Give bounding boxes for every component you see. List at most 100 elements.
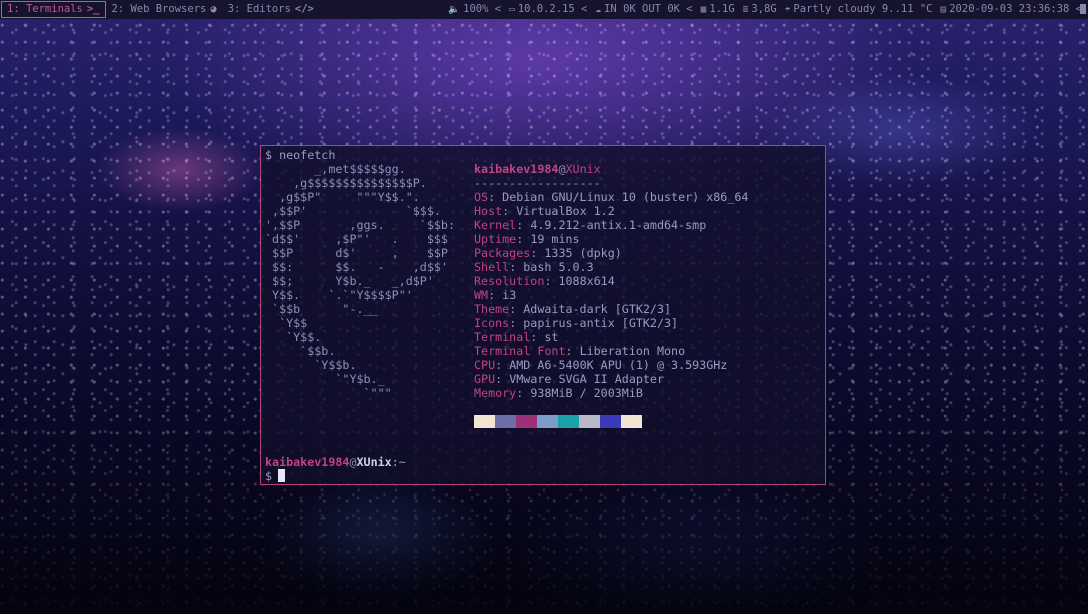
status-text: 1.1G bbox=[709, 3, 735, 15]
network-icon: ▭ bbox=[509, 4, 515, 15]
calendar-icon: ▤ bbox=[940, 4, 947, 15]
color-swatch bbox=[621, 415, 642, 428]
info-key: Terminal Font bbox=[474, 344, 566, 358]
color-swatch bbox=[558, 415, 579, 428]
info-key: Packages bbox=[474, 246, 531, 260]
info-row: Shell: bash 5.0.3 bbox=[474, 260, 594, 274]
info-key: Memory bbox=[474, 386, 517, 400]
debian-ascii-logo: _,met$$$$$gg. ,g$$$$$$$$$$$$$$$P. ,g$$P"… bbox=[265, 162, 455, 400]
separator-line: ------------------ bbox=[474, 176, 601, 190]
info-row: WM: i3 bbox=[474, 288, 517, 302]
status-text: 100% < bbox=[463, 3, 502, 15]
info-key: GPU bbox=[474, 372, 496, 386]
workspace-label: 2: Web Browsers bbox=[111, 3, 207, 15]
info-row: Memory: 938MiB / 2003MiB bbox=[474, 386, 643, 400]
status-bar: 1: Terminals >_ 2: Web Browsers ◕ 3: Editors… bbox=[0, 0, 1088, 19]
info-value: Debian GNU/Linux 10 (buster) x86_64 bbox=[502, 190, 749, 204]
weather-icon: ☂ bbox=[784, 4, 791, 15]
status-volume[interactable]: 🔈 100% < bbox=[448, 0, 501, 19]
tray-icon[interactable] bbox=[1080, 4, 1086, 14]
info-value: 19 mins bbox=[530, 232, 580, 246]
info-row: Kernel: 4.9.212-antix.1-amd64-smp bbox=[474, 218, 707, 232]
info-value: VMware SVGA II Adapter bbox=[509, 372, 665, 386]
info-key: Host bbox=[474, 204, 503, 218]
info-value: VirtualBox 1.2 bbox=[516, 204, 615, 218]
text-cursor bbox=[278, 469, 286, 482]
status-weather[interactable]: ☂ Partly cloudy 9..11 °C bbox=[785, 0, 933, 19]
info-value: Adwaita-dark [GTK2/3] bbox=[523, 302, 672, 316]
info-row: Icons: papirus-antix [GTK2/3] bbox=[474, 316, 679, 330]
prompt-symbol: $ bbox=[265, 469, 273, 483]
info-row: Packages: 1335 (dpkg) bbox=[474, 246, 622, 260]
status-text: 3,8G bbox=[751, 3, 777, 15]
terminal-window[interactable]: $ neofetch _,met$$$$$gg. ,g$$$$$$$$$$$$$… bbox=[260, 145, 826, 485]
status-text: 10.0.2.15 < bbox=[517, 3, 588, 15]
memory-icon: ▦ bbox=[700, 4, 707, 15]
color-swatch bbox=[495, 415, 516, 428]
info-value: i3 bbox=[502, 288, 517, 302]
info-key: Terminal bbox=[474, 330, 531, 344]
info-key: Uptime bbox=[474, 232, 517, 246]
workspace-2[interactable]: 2: Web Browsers ◕ bbox=[107, 2, 222, 17]
status-text: IN 0K OUT 0K < bbox=[604, 3, 693, 15]
info-value: 1088x614 bbox=[558, 274, 615, 288]
info-key: CPU bbox=[474, 358, 496, 372]
color-swatch bbox=[579, 415, 600, 428]
info-key: Theme bbox=[474, 302, 510, 316]
terminal-icon: >_ bbox=[86, 3, 100, 15]
code-icon: </> bbox=[294, 3, 314, 15]
cloud-traffic-icon: ☁ bbox=[595, 4, 602, 15]
globe-icon: ◕ bbox=[210, 3, 217, 15]
prompt-at: @ bbox=[349, 455, 357, 469]
info-value: 1335 (dpkg) bbox=[544, 246, 622, 260]
info-value: bash 5.0.3 bbox=[523, 260, 594, 274]
info-row: Resolution: 1088x614 bbox=[474, 274, 615, 288]
color-swatch bbox=[474, 415, 495, 428]
info-value: 4.9.212-antix.1-amd64-smp bbox=[530, 218, 707, 232]
at-sign: @ bbox=[558, 162, 566, 176]
workspace-3[interactable]: 3: Editors </> bbox=[223, 2, 319, 17]
status-cloud-traffic[interactable]: ☁ IN 0K OUT 0K < bbox=[595, 0, 692, 19]
info-row: CPU: AMD A6-5400K APU (1) @ 3.593GHz bbox=[474, 358, 728, 372]
status-network[interactable]: ▭ 10.0.2.15 < bbox=[509, 0, 587, 19]
info-row: Terminal: st bbox=[474, 330, 559, 344]
prompt-host: XUnix bbox=[356, 455, 392, 469]
shell-prompt: kaibakev1984@XUnix:~ bbox=[265, 455, 406, 469]
info-row: Theme: Adwaita-dark [GTK2/3] bbox=[474, 302, 672, 316]
info-row: GPU: VMware SVGA II Adapter bbox=[474, 372, 665, 386]
workspace-1[interactable]: 1: Terminals >_ bbox=[1, 1, 106, 18]
prompt-path: :~ bbox=[391, 455, 406, 469]
status-disk[interactable]: ≣ 3,8G bbox=[743, 0, 777, 19]
info-row: OS: Debian GNU/Linux 10 (buster) x86_64 bbox=[474, 190, 749, 204]
info-value: 938MiB / 2003MiB bbox=[530, 386, 643, 400]
user-host-line: kaibakev1984@XUnix bbox=[474, 162, 748, 176]
status-text: Partly cloudy 9..11 °C bbox=[793, 3, 933, 15]
disk-icon: ≣ bbox=[742, 4, 749, 15]
workspace-label: 1: Terminals bbox=[7, 3, 83, 15]
volume-icon: 🔈 bbox=[448, 4, 461, 15]
info-value: st bbox=[544, 330, 559, 344]
system-info: kaibakev1984@XUnix ------------------ OS… bbox=[474, 162, 748, 400]
command-line: $ neofetch bbox=[265, 148, 336, 162]
status-text: 2020-09-03 23:36:38 < bbox=[949, 3, 1082, 15]
info-value: Liberation Mono bbox=[579, 344, 686, 358]
info-value: papirus-antix [GTK2/3] bbox=[523, 316, 679, 330]
info-row: Host: VirtualBox 1.2 bbox=[474, 204, 615, 218]
workspace-label: 3: Editors bbox=[227, 3, 291, 15]
input-line[interactable]: $ bbox=[265, 469, 286, 483]
info-value: AMD A6-5400K APU (1) @ 3.593GHz bbox=[509, 358, 728, 372]
color-swatch bbox=[516, 415, 537, 428]
hostname: XUnix bbox=[565, 162, 601, 176]
info-key: Resolution bbox=[474, 274, 545, 288]
status-calendar[interactable]: ▤ 2020-09-03 23:36:38 < bbox=[941, 0, 1083, 19]
info-key: OS bbox=[474, 190, 489, 204]
info-key: Kernel bbox=[474, 218, 517, 232]
prompt-user: kaibakev1984 bbox=[265, 455, 350, 469]
status-memory[interactable]: ▦ 1.1G bbox=[701, 0, 735, 19]
info-key: Icons bbox=[474, 316, 510, 330]
color-swatch bbox=[537, 415, 558, 428]
info-row: Uptime: 19 mins bbox=[474, 232, 580, 246]
workspace-list: 1: Terminals >_ 2: Web Browsers ◕ 3: Editors… bbox=[0, 1, 320, 18]
info-rows: OS: Debian GNU/Linux 10 (buster) x86_64 H… bbox=[474, 190, 748, 400]
info-key: Shell bbox=[474, 260, 510, 274]
